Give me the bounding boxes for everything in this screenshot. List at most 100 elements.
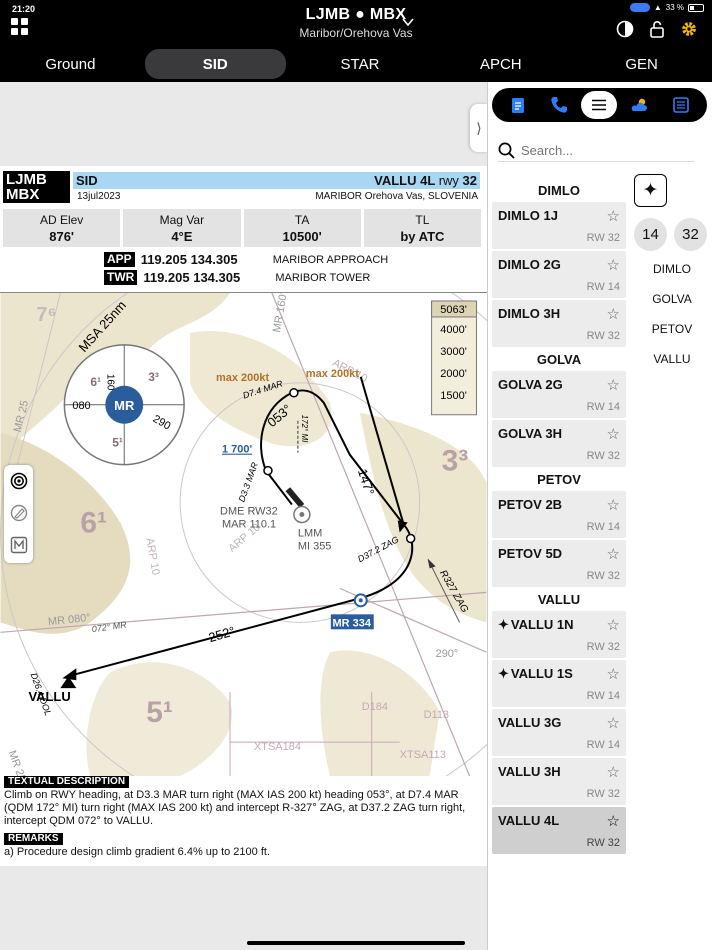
label-290: 290°: [436, 648, 459, 660]
label-d184: D184: [362, 701, 388, 713]
elev-legend-3: 3000': [440, 346, 467, 358]
textual-line: Climb on RWY heading, at D3.3 MAR turn r…: [4, 789, 459, 801]
favorite-star-icon[interactable]: ☆: [607, 376, 620, 394]
fix-d33[interactable]: [263, 465, 273, 476]
label-xtsa184: XTSA184: [254, 741, 301, 753]
favorite-star-icon[interactable]: ☆: [607, 763, 620, 781]
m-box-icon: [10, 536, 27, 554]
textual-line: intercept QDM 072° to VALLU.: [4, 815, 154, 827]
airport-info-row: AD Elev 876' Mag Var 4°E TA 10500' TL by ATC: [3, 209, 481, 247]
fix-filter-golva[interactable]: GOLVA: [634, 292, 710, 306]
procedure-item[interactable]: PETOV 5D ☆ RW 32: [492, 540, 626, 587]
unlock-icon[interactable]: [648, 20, 666, 38]
favorite-star-icon[interactable]: ☆: [607, 256, 620, 274]
favorite-star-icon[interactable]: ☆: [607, 425, 620, 443]
panel-collapse-handle[interactable]: ⟩: [470, 104, 488, 152]
label-vallu: VALLU: [28, 689, 70, 704]
segment-documents[interactable]: [500, 91, 536, 119]
procedure-item[interactable]: ✦ VALLU 1N ☆ RW 32: [492, 611, 626, 658]
favorites-filter-button[interactable]: ✦: [634, 174, 667, 207]
airport-subtitle: Maribor/Orehova Vas: [299, 26, 413, 40]
chart-title-band: SID VALLU 4L rwy 32: [73, 172, 480, 189]
label-d113: D113: [424, 709, 449, 721]
phone-icon: [551, 97, 567, 113]
tab-sid[interactable]: SID: [144, 49, 286, 79]
procedure-item-selected[interactable]: VALLU 4L ☆ RW 32: [492, 807, 626, 854]
favorite-star-icon[interactable]: ☆: [607, 714, 620, 732]
group-title-golva: GOLVA: [536, 352, 582, 367]
remarks-text: a) Procedure design climb gradient 6.4% …: [4, 846, 270, 858]
segment-notes[interactable]: [663, 91, 699, 119]
fix-d74[interactable]: [289, 388, 299, 398]
fix-d372[interactable]: [405, 533, 416, 544]
label-dme: DME RW32: [220, 506, 278, 518]
wifi-icon: ▲: [653, 3, 662, 12]
chart-id-box: LJMB MBX: [3, 171, 70, 203]
procedure-item[interactable]: DIMLO 2G ☆ RW 14: [492, 251, 626, 298]
lmm-icon-center: [299, 512, 305, 518]
search-input[interactable]: [521, 143, 691, 158]
altitude-1700: 1 700': [222, 444, 252, 456]
tab-apch[interactable]: APCH: [430, 46, 571, 82]
tab-gen[interactable]: GEN: [571, 46, 712, 82]
procedure-item[interactable]: VALLU 3G ☆ RW 14: [492, 709, 626, 756]
fix-filter-dimlo[interactable]: DIMLO: [634, 262, 710, 276]
sector-alt-nw: 7⁶: [36, 304, 56, 326]
favorite-star-icon[interactable]: ☆: [607, 665, 620, 683]
segment-phone[interactable]: [541, 91, 577, 119]
label-dme-freq: MAR 110.1: [222, 519, 276, 531]
procedure-item[interactable]: VALLU 3H ☆ RW 32: [492, 758, 626, 805]
procedure-item[interactable]: GOLVA 3H ☆ RW 32: [492, 420, 626, 467]
fix-filter-petov[interactable]: PETOV: [634, 322, 710, 336]
fix-filter-vallu[interactable]: VALLU: [634, 352, 710, 366]
group-title-dimlo: DIMLO: [538, 183, 580, 198]
procedure-item[interactable]: PETOV 2B ☆ RW 14: [492, 491, 626, 538]
freq-app: APP 119.205 134.305 MARIBOR APPROACH: [104, 252, 388, 267]
speed-limit-1: max 200kt: [216, 372, 269, 384]
procedure-tabs: Ground SID STAR APCH GEN: [0, 46, 712, 82]
msa-bearing-080: 080: [72, 400, 90, 412]
msa-value-east: 3³: [148, 370, 159, 384]
favorite-star-icon[interactable]: ☆: [607, 616, 620, 634]
sid-map[interactable]: 5063' 4000' 3000' 2000' 1500' MR MSA 25n…: [0, 292, 487, 776]
ndb-mr-center: [358, 598, 363, 603]
group-title-vallu: VALLU: [537, 592, 581, 607]
runway-filter-14[interactable]: 14: [634, 218, 667, 251]
favorite-star-icon[interactable]: ☆: [607, 812, 620, 830]
chart-procedure-title: VALLU 4L rwy 32: [374, 173, 477, 188]
tab-star[interactable]: STAR: [290, 46, 431, 82]
favorite-sparkle-icon: ✦: [498, 617, 509, 632]
chart-rwy: 32: [462, 173, 477, 188]
procedure-panel: DIMLO DIMLO 1J☆RW 32 DIMLO 2G☆RW 14 DIML…: [487, 82, 712, 950]
favorite-star-icon[interactable]: ☆: [607, 545, 620, 563]
procedure-item[interactable]: DIMLO 3H ☆ RW 32: [492, 300, 626, 347]
favorite-star-icon[interactable]: ☆: [607, 305, 620, 323]
procedure-item[interactable]: DIMLO 1J ☆ RW 32: [492, 202, 626, 249]
segment-list[interactable]: [581, 91, 618, 119]
top-bar: 21:20 LJMB ● MBX Maribor/Orehova Vas ▲ 3…: [0, 0, 712, 46]
tool-locate[interactable]: [4, 465, 33, 497]
procedure-item[interactable]: GOLVA 2G ☆ RW 14: [492, 371, 626, 418]
runway-filter-32[interactable]: 32: [674, 218, 707, 251]
tool-annotate[interactable]: [4, 497, 33, 529]
gear-icon[interactable]: [680, 20, 698, 38]
procedure-item[interactable]: ✦ VALLU 1S ☆ RW 14: [492, 660, 626, 707]
home-indicator[interactable]: [247, 941, 465, 945]
sid-chart[interactable]: LJMB MBX SID VALLU 4L rwy 32 13jul2023 M…: [0, 166, 487, 866]
contrast-icon[interactable]: [616, 20, 634, 38]
favorite-star-icon[interactable]: ☆: [607, 496, 620, 514]
chart-airport-name: MARIBOR Orehova Vas, SLOVENIA: [315, 191, 478, 202]
tab-ground[interactable]: Ground: [0, 46, 141, 82]
chevron-down-icon[interactable]: [402, 16, 414, 28]
tool-measure[interactable]: [4, 529, 33, 561]
msa-value-south: 5¹: [112, 436, 123, 450]
segment-weather[interactable]: [622, 91, 658, 119]
freq-twr: TWR 119.205 134.305 MARIBOR TOWER: [104, 270, 370, 285]
airport-title[interactable]: LJMB ● MBX: [0, 6, 712, 24]
info-tl: TL by ATC: [363, 209, 481, 247]
textual-line: (QDM 172° MI) turn right (MAX IAS 200 kt…: [4, 802, 466, 814]
notes-icon: [672, 97, 689, 113]
search-icon: [498, 142, 515, 159]
favorite-star-icon[interactable]: ☆: [607, 207, 620, 225]
info-ad-elev: AD Elev 876': [3, 209, 121, 247]
